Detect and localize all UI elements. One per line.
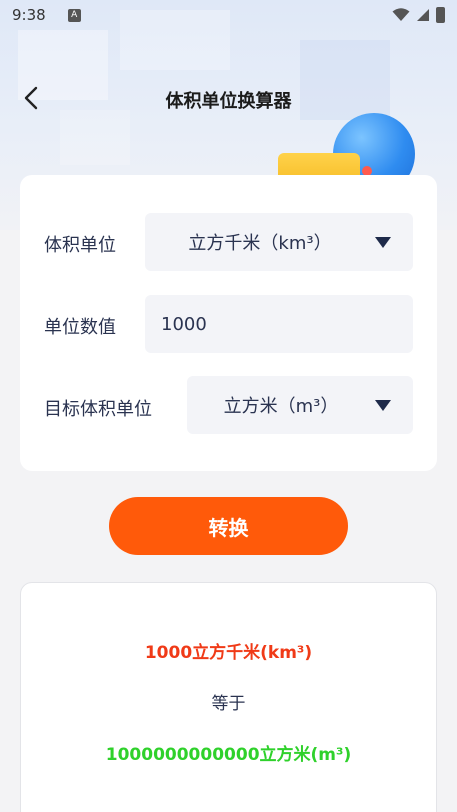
conversion-form-card: 体积单位 立方千米（km³） 单位数值 1000 目标体积单位 立方米（m³） — [20, 175, 437, 471]
wifi-icon — [392, 8, 410, 21]
target-unit-label: 目标体积单位 — [44, 399, 152, 420]
convert-button[interactable]: 转换 — [109, 497, 348, 555]
decor-cube — [60, 110, 130, 165]
status-bar: 9:38 A — [0, 0, 457, 30]
dropdown-arrow-icon — [375, 399, 391, 411]
page-title: 体积单位换算器 — [165, 91, 292, 112]
result-source: 1000立方千米(km³) — [144, 643, 313, 663]
target-unit-select[interactable]: 立方米（m³） — [187, 376, 413, 434]
result-target: 1000000000000立方米(m³) — [105, 745, 352, 765]
unit-value-text: 1000 — [161, 313, 207, 335]
cellular-signal-icon — [417, 9, 429, 21]
unit-value-label: 单位数值 — [44, 317, 116, 338]
result-card: 1000立方千米(km³) 等于 1000000000000立方米(m³) — [20, 582, 437, 812]
status-time: 9:38 — [12, 6, 46, 24]
unit-value-input[interactable]: 1000 — [145, 295, 413, 353]
result-equals: 等于 — [211, 694, 246, 714]
volume-unit-select[interactable]: 立方千米（km³） — [145, 213, 413, 271]
volume-unit-label: 体积单位 — [44, 235, 116, 256]
nav-bar: 体积单位换算器 — [0, 78, 457, 118]
target-unit-value: 立方米（m³） — [223, 396, 339, 417]
notification-icon: A — [67, 8, 81, 22]
battery-icon — [436, 7, 445, 23]
status-icons — [392, 7, 445, 23]
dropdown-arrow-icon — [375, 236, 391, 248]
volume-unit-value: 立方千米（km³） — [188, 233, 332, 254]
